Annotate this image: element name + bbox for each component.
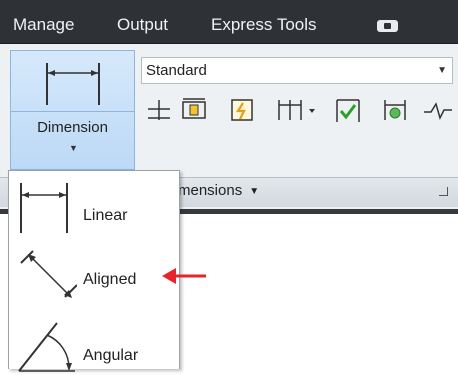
menu-item-label: Aligned — [83, 271, 137, 288]
ribbon-tab-bar: Manage Output Express Tools — [0, 0, 458, 44]
dialog-launcher-icon[interactable] — [439, 187, 448, 196]
dimension-style-value: Standard — [146, 62, 207, 79]
linear-dimension-icon — [20, 183, 68, 233]
chevron-down-icon[interactable]: ▼ — [437, 65, 447, 76]
menu-item-angular[interactable]: Angular — [9, 305, 179, 372]
dimension-dropdown-menu: Linear Aligned Angular — [8, 170, 180, 372]
continue-dimension-icon — [182, 98, 206, 119]
tab-manage[interactable]: Manage — [13, 15, 74, 35]
aligned-dimension-icon — [20, 250, 77, 298]
split-button-divider — [11, 111, 134, 112]
angular-dimension-icon — [18, 322, 75, 372]
panel-title[interactable]: mensions ▼ — [178, 182, 259, 199]
jogged-linear-icon — [424, 102, 452, 121]
menu-item-aligned[interactable]: Aligned — [9, 241, 179, 305]
adjust-space-tool[interactable] — [228, 96, 256, 124]
dimension-style-select[interactable]: Standard ▼ — [141, 57, 453, 84]
minimize-ribbon-icon[interactable] — [377, 20, 398, 32]
tab-output[interactable]: Output — [117, 15, 168, 35]
quick-dimension-icon — [148, 100, 170, 120]
quick-dimension-tool[interactable] — [145, 96, 173, 124]
annotation-arrow-icon — [162, 268, 206, 284]
adjust-space-icon — [231, 99, 253, 121]
check-mark-icon — [336, 99, 360, 122]
tab-express-tools[interactable]: Express Tools — [211, 15, 317, 35]
inspect-dimension-tool[interactable] — [333, 96, 361, 124]
menu-item-label: Linear — [83, 207, 128, 224]
dimension-split-button[interactable]: Dimension ▼ — [10, 50, 135, 170]
break-dimension-icon — [278, 100, 315, 120]
menu-item-label: Angular — [83, 347, 139, 364]
continue-dimension-tool[interactable] — [180, 96, 208, 124]
dimension-icon — [46, 63, 100, 105]
menu-item-linear[interactable]: Linear — [9, 175, 179, 239]
jogged-linear-tool[interactable] — [422, 96, 454, 124]
panel-expand-icon[interactable]: ▼ — [249, 186, 259, 197]
break-dimension-tool[interactable] — [275, 96, 317, 124]
dimension-jog-icon — [384, 100, 406, 120]
chevron-down-icon[interactable]: ▼ — [69, 143, 78, 153]
dimension-button-label: Dimension — [37, 119, 108, 136]
jog-line-tool[interactable] — [381, 96, 409, 124]
